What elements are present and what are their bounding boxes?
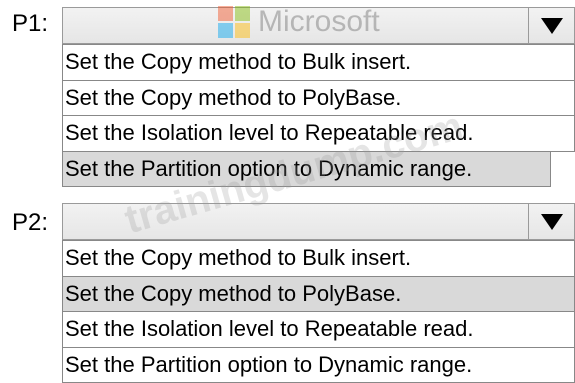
p2-options-list: Set the Copy method to Bulk insert. Set … (62, 240, 575, 383)
p2-option-dynamic-range[interactable]: Set the Partition option to Dynamic rang… (62, 347, 575, 383)
p1-options-list: Set the Copy method to Bulk insert. Set … (62, 44, 575, 187)
p1-option-dynamic-range[interactable]: Set the Partition option to Dynamic rang… (62, 151, 551, 188)
p2-option-repeatable-read[interactable]: Set the Isolation level to Repeatable re… (62, 311, 575, 348)
microsoft-logo-icon (218, 6, 250, 38)
p2-option-bulk-insert[interactable]: Set the Copy method to Bulk insert. (62, 240, 575, 277)
p2-dropdown-arrow-button[interactable] (528, 204, 574, 239)
chevron-down-icon (541, 214, 563, 230)
p1-option-polybase[interactable]: Set the Copy method to PolyBase. (62, 80, 575, 117)
microsoft-logo: Microsoft (218, 5, 380, 39)
logo-square-red (218, 6, 233, 21)
p2-dropdown[interactable] (62, 203, 575, 240)
p2-label: P2: (12, 209, 48, 237)
p1-label: P1: (12, 10, 48, 38)
chevron-down-icon (541, 18, 563, 34)
p1-option-repeatable-read[interactable]: Set the Isolation level to Repeatable re… (62, 115, 575, 152)
p1-option-bulk-insert[interactable]: Set the Copy method to Bulk insert. (62, 44, 575, 81)
microsoft-logo-text: Microsoft (258, 5, 380, 39)
p1-dropdown-arrow-button[interactable] (528, 8, 574, 43)
logo-square-green (235, 6, 250, 21)
logo-square-blue (218, 23, 233, 38)
logo-square-yellow (235, 23, 250, 38)
p2-option-polybase[interactable]: Set the Copy method to PolyBase. (62, 276, 575, 313)
